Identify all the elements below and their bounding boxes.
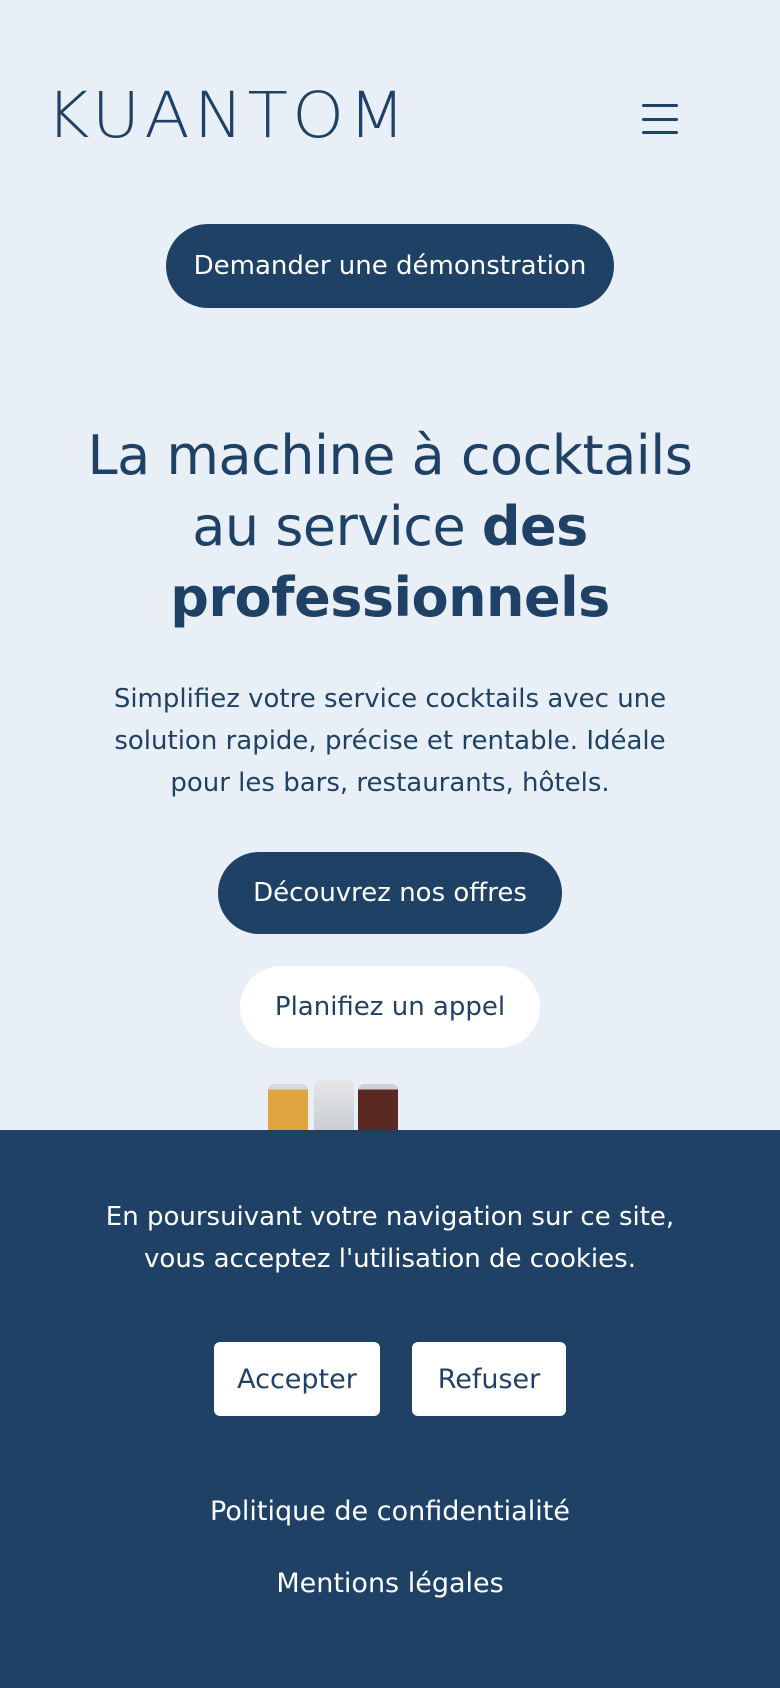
refuse-cookies-button[interactable]: Refuser (412, 1342, 566, 1416)
cocktail-glasses-image (268, 1080, 400, 1130)
menu-line (642, 117, 678, 121)
request-demo-button[interactable]: Demander une démonstration (166, 224, 614, 308)
menu-line (642, 131, 678, 134)
hero-title: La machine à cocktails au service des pr… (60, 420, 720, 633)
hamburger-menu-icon[interactable] (638, 98, 682, 140)
menu-line (642, 104, 678, 107)
schedule-call-button[interactable]: Planifiez un appel (240, 966, 540, 1048)
legal-notice-link[interactable]: Mentions légales (0, 1568, 780, 1599)
amber-glass (268, 1084, 308, 1130)
accept-cookies-button[interactable]: Accepter (214, 1342, 380, 1416)
site-header: KUANTOM (0, 0, 780, 200)
cookie-message: En poursuivant votre navigation sur ce s… (105, 1202, 675, 1274)
privacy-policy-link[interactable]: Politique de confidentialité (0, 1496, 780, 1527)
hero-title-regular: La machine à cocktails au service (87, 424, 693, 558)
kuantom-logo[interactable]: KUANTOM (46, 84, 410, 147)
clear-glass (314, 1080, 354, 1130)
dark-glass (358, 1084, 398, 1130)
hero-subtitle: Simplifiez votre service cocktails avec … (113, 684, 667, 798)
cookie-banner: En poursuivant votre navigation sur ce s… (0, 1130, 780, 1688)
discover-offers-button[interactable]: Découvrez nos offres (218, 852, 562, 934)
